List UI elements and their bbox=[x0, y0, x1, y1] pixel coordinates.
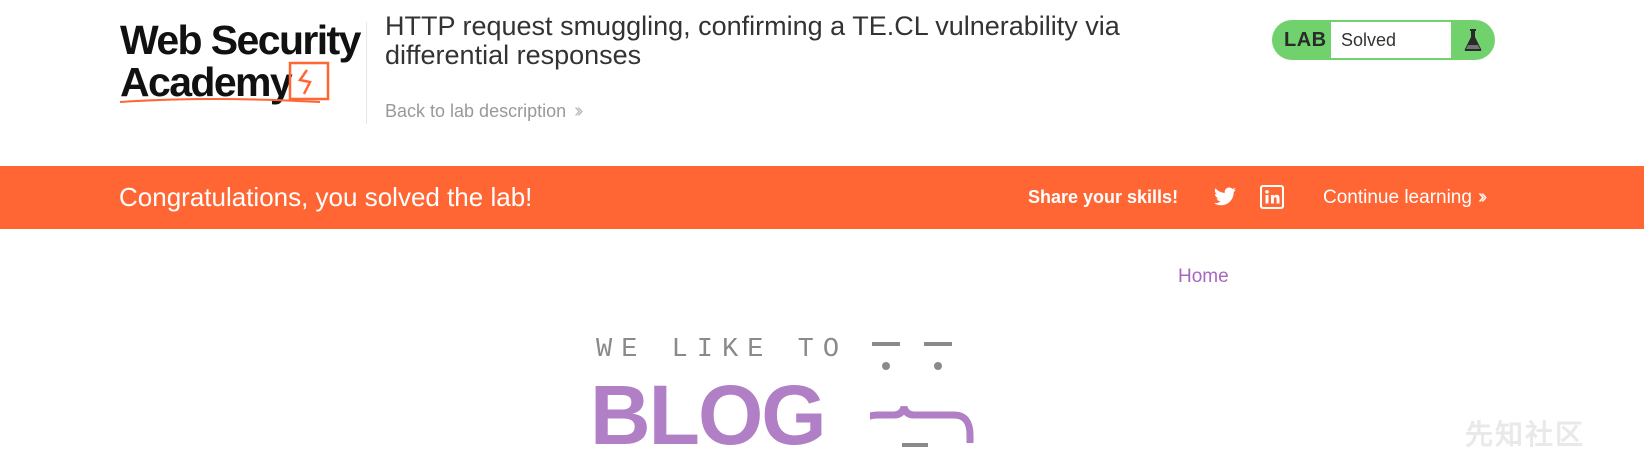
blog-face-icon bbox=[870, 342, 974, 447]
lab-title: HTTP request smuggling, confirming a TE.… bbox=[385, 11, 1120, 70]
continue-learning-label: Continue learning bbox=[1323, 187, 1472, 208]
blog-tagline: WE LIKE TO bbox=[596, 335, 849, 365]
blog-header-image: WE LIKE TO BLOG bbox=[590, 335, 1020, 457]
continue-learning-link[interactable]: Continue learning ›› bbox=[1323, 166, 1488, 229]
blog-title: BLOG bbox=[590, 368, 827, 462]
watermark: 先知社区 bbox=[1465, 419, 1586, 450]
share-skills-label: Share your skills! bbox=[1028, 187, 1179, 207]
back-link-label: Back to lab description bbox=[385, 101, 567, 121]
back-to-lab-description-link[interactable]: Back to lab description ›› bbox=[385, 100, 584, 123]
double-chevron-right-icon: ›› bbox=[1477, 186, 1488, 208]
header-divider bbox=[366, 22, 367, 124]
logo-mark-icon bbox=[120, 61, 330, 103]
double-chevron-right-icon: ›› bbox=[574, 100, 584, 122]
web-security-academy-logo[interactable]: Web Security Academy bbox=[120, 18, 368, 108]
lab-header: Web Security Academy HTTP request smuggl… bbox=[0, 0, 1644, 166]
flask-icon bbox=[1453, 22, 1493, 58]
congratulations-message: Congratulations, you solved the lab! bbox=[119, 182, 533, 212]
solved-banner: Congratulations, you solved the lab! Sha… bbox=[0, 166, 1644, 229]
twitter-icon[interactable] bbox=[1213, 185, 1237, 209]
home-link[interactable]: Home bbox=[1178, 266, 1229, 288]
lab-status-text: Solved bbox=[1331, 22, 1451, 58]
lab-tag: LAB bbox=[1284, 29, 1327, 51]
linkedin-icon[interactable] bbox=[1260, 185, 1284, 209]
lab-status-widget[interactable]: LAB Solved bbox=[1272, 20, 1495, 60]
